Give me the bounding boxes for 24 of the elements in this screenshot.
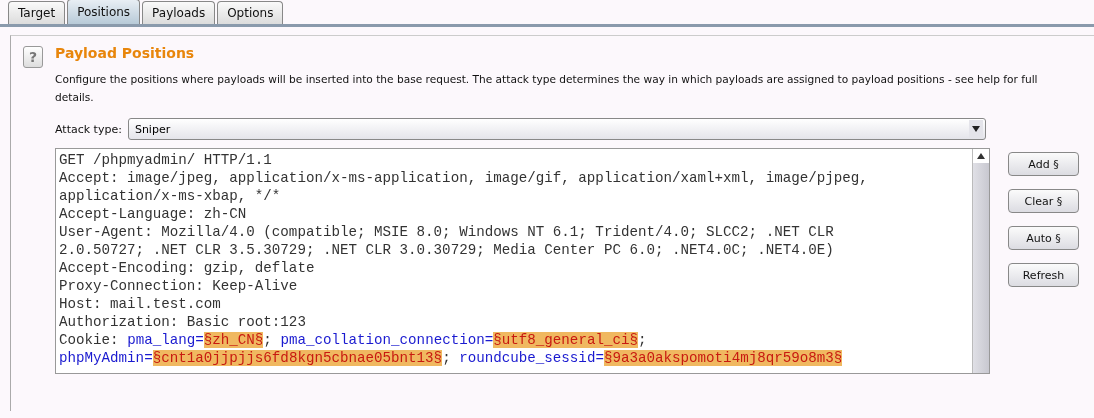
code-line: Proxy-Connection: Keep-Alive — [59, 277, 299, 295]
tab[interactable]: Payloads — [142, 1, 216, 24]
description: Configure the positions where payloads will be inserted into the base request. The attack type determines the way in which payloads are assigned to payload positions - see help for full details. — [55, 72, 1039, 105]
code-line: Accept-Language: zh-CN — [59, 205, 248, 223]
attack-type-dropdown[interactable]: Sniper — [127, 118, 986, 140]
code-line: 2.0.50727; .NET CLR 3.5.30729; .NET CLR 3.0.30729; Media Center PC 6.0; .NET4.0C; .NET4.0E) — [59, 241, 835, 259]
code-line: Cookie: pma_lang=§zh_CN§; pma_collation_connection=§utf8_general_ci§; — [59, 331, 648, 349]
action-button[interactable]: Refresh — [1008, 263, 1079, 287]
tab[interactable]: Target — [8, 1, 66, 24]
action-button[interactable]: Add § — [1008, 152, 1079, 176]
section-title: Payload Positions — [55, 45, 195, 61]
action-button[interactable]: Clear § — [1008, 189, 1079, 213]
code-line: User-Agent: Mozilla/4.0 (compatible; MSIE 8.0; Windows NT 6.1; Trident/4.0; SLCC2; .NET CLR — [59, 223, 835, 241]
code-line: GET /phpmyadmin/ HTTP/1.1 — [59, 151, 273, 169]
help-icon[interactable]: ? — [23, 46, 43, 68]
code-line: Authorization: Basic root:123 — [59, 313, 307, 331]
action-button[interactable]: Auto § — [1008, 226, 1079, 250]
attack-type-label: Attack type: — [55, 122, 122, 136]
code-line: Host: mail.test.com — [59, 295, 222, 313]
tab[interactable]: Options — [217, 1, 284, 24]
code-line: application/x-ms-xbap, */* — [59, 187, 282, 205]
code-line: Accept-Encoding: gzip, deflate — [59, 259, 316, 277]
code-line: Accept: image/jpeg, application/x-ms-application, image/gif, application/xaml+xml, image/pjpeg, — [59, 169, 869, 187]
tab[interactable]: Positions — [67, 0, 141, 24]
